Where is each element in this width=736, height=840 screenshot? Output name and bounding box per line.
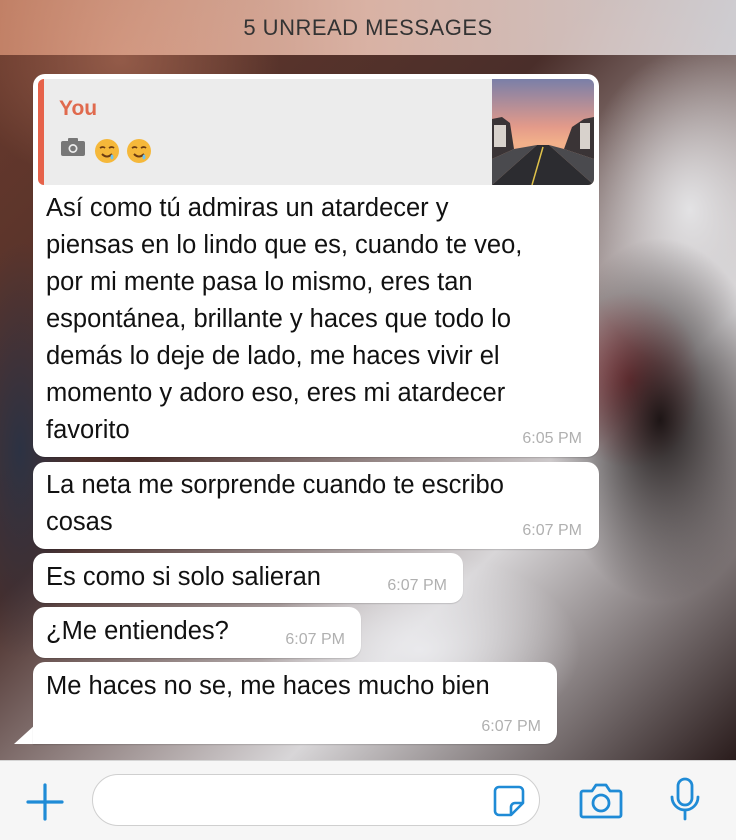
message-line: demás lo deje de lado, me haces vivir el [46, 342, 500, 370]
message-timestamp: 6:07 PM [481, 718, 541, 735]
message-text: Así como tú admiras un atardecer y piens… [46, 190, 522, 449]
message-bubble-4[interactable]: ¿Me entiendes? 6:07 PM [33, 607, 361, 658]
message-text: ¿Me entiendes? [46, 613, 229, 650]
sticker-icon[interactable] [493, 785, 525, 822]
message-line: piensas en lo lindo que es, cuando te ve… [46, 231, 523, 259]
message-text: Es como si solo salieran [46, 559, 321, 596]
unread-messages-banner: 5 UNREAD MESSAGES [0, 0, 736, 55]
message-bubble-5[interactable]: Me haces no se, me haces mucho bien 6:07… [33, 662, 557, 744]
quoted-author: You [59, 97, 98, 120]
quote-accent-bar [38, 79, 44, 185]
message-timestamp: 6:07 PM [522, 522, 582, 539]
message-line: espontánea, brillante y haces que todo l… [46, 305, 512, 333]
drooling-face-emoji [94, 138, 119, 163]
unread-messages-label: 5 UNREAD MESSAGES [243, 14, 493, 40]
quoted-reply[interactable]: You [38, 79, 594, 185]
message-line: La neta me sorprende cuando te escribo [46, 471, 504, 499]
message-timestamp: 6:07 PM [285, 631, 345, 648]
message-bubble-1[interactable]: You Así como tú admiras un atardecer y p… [33, 74, 599, 457]
camera-icon[interactable] [579, 781, 623, 824]
message-text: La neta me sorprende cuando te escribo c… [46, 467, 504, 541]
message-line: por mi mente pasa lo mismo, eres tan [46, 268, 473, 296]
message-line: Es como si solo salieran [46, 563, 321, 591]
plus-icon[interactable] [26, 783, 64, 826]
message-line: favorito [46, 416, 130, 444]
drooling-face-emoji [126, 138, 151, 163]
message-line: ¿Me entiendes? [46, 617, 229, 645]
composer-bar [0, 760, 736, 840]
microphone-icon[interactable] [668, 777, 702, 828]
quoted-content [60, 137, 151, 163]
message-input[interactable] [92, 774, 540, 826]
message-line: Me haces no se, me haces mucho bien [46, 672, 490, 700]
message-line: cosas [46, 508, 113, 536]
message-timestamp: 6:05 PM [522, 430, 582, 447]
message-line: momento y adoro eso, eres mi atardecer [46, 379, 506, 407]
sunset-photo-thumbnail[interactable] [492, 79, 594, 185]
message-text: Me haces no se, me haces mucho bien [46, 668, 490, 705]
camera-icon [60, 137, 86, 162]
message-timestamp: 6:07 PM [387, 577, 447, 594]
message-bubble-2[interactable]: La neta me sorprende cuando te escribo c… [33, 462, 599, 549]
message-bubble-3[interactable]: Es como si solo salieran 6:07 PM [33, 553, 463, 603]
message-line: Así como tú admiras un atardecer y [46, 194, 449, 222]
